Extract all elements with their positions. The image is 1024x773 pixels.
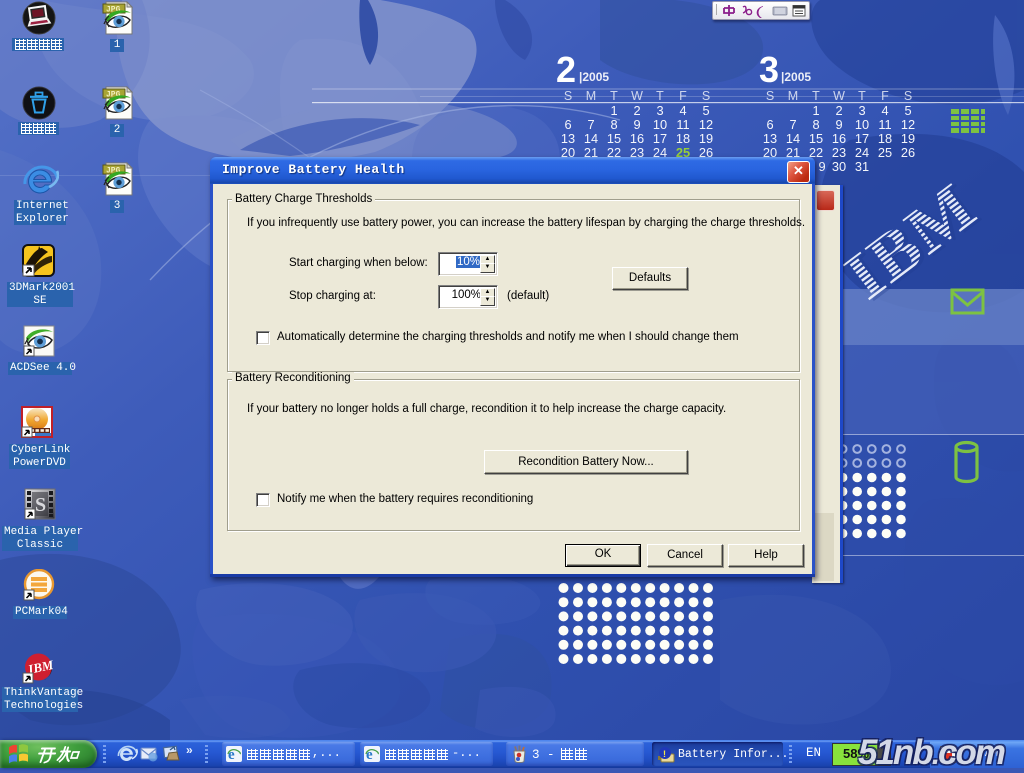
svg-text:10: 10 — [653, 117, 667, 132]
svg-text:23: 23 — [832, 145, 846, 160]
svg-text:6: 6 — [766, 117, 773, 132]
svg-text:3: 3 — [759, 49, 779, 90]
svg-text:4: 4 — [881, 103, 888, 118]
svg-text:W: W — [631, 89, 643, 103]
svg-text:14: 14 — [786, 131, 800, 146]
svg-text:M: M — [586, 89, 596, 103]
svg-text:31: 31 — [855, 159, 869, 174]
svg-text:5: 5 — [702, 103, 709, 118]
svg-text:6: 6 — [564, 117, 571, 132]
svg-text:1: 1 — [812, 103, 819, 118]
svg-text:25: 25 — [878, 145, 892, 160]
svg-text:9: 9 — [633, 117, 640, 132]
svg-text:S: S — [766, 89, 774, 103]
svg-text:17: 17 — [855, 131, 869, 146]
svg-text:14: 14 — [584, 131, 598, 146]
svg-text:2: 2 — [633, 103, 640, 118]
svg-text:19: 19 — [699, 131, 713, 146]
svg-text:5: 5 — [904, 103, 911, 118]
svg-text:16: 16 — [630, 131, 644, 146]
svg-text:26: 26 — [901, 145, 915, 160]
svg-text:10: 10 — [855, 117, 869, 132]
svg-text:3: 3 — [656, 103, 663, 118]
svg-text:|2005: |2005 — [781, 70, 811, 84]
svg-text:1: 1 — [610, 103, 617, 118]
svg-text:16: 16 — [832, 131, 846, 146]
svg-text:13: 13 — [561, 131, 575, 146]
svg-text:F: F — [881, 89, 889, 103]
svg-text:S: S — [702, 89, 710, 103]
svg-text:15: 15 — [607, 131, 621, 146]
svg-text:F: F — [679, 89, 687, 103]
svg-text:18: 18 — [878, 131, 892, 146]
svg-text:T: T — [610, 89, 618, 103]
svg-text:S: S — [35, 494, 46, 516]
svg-text:11: 11 — [878, 117, 891, 132]
svg-text:9: 9 — [818, 159, 825, 174]
svg-text:3: 3 — [858, 103, 865, 118]
svg-text:9: 9 — [835, 117, 842, 132]
svg-text:15: 15 — [809, 131, 823, 146]
svg-text:13: 13 — [763, 131, 777, 146]
svg-text:12: 12 — [699, 117, 713, 132]
svg-text:2: 2 — [556, 49, 576, 90]
svg-text:T: T — [858, 89, 866, 103]
svg-text:|2005: |2005 — [579, 70, 609, 84]
svg-text:30: 30 — [832, 159, 846, 174]
svg-text:17: 17 — [653, 131, 667, 146]
svg-text:S: S — [904, 89, 912, 103]
svg-text:!: ! — [663, 749, 666, 759]
svg-text:M: M — [788, 89, 798, 103]
svg-text:8: 8 — [812, 117, 819, 132]
svg-text:2: 2 — [835, 103, 842, 118]
svg-text:S: S — [564, 89, 572, 103]
svg-text:8: 8 — [610, 117, 617, 132]
svg-text:T: T — [812, 89, 820, 103]
svg-text:11: 11 — [676, 117, 689, 132]
svg-text:7: 7 — [789, 117, 796, 132]
svg-text:7: 7 — [587, 117, 594, 132]
svg-text:4: 4 — [679, 103, 686, 118]
svg-text:18: 18 — [676, 131, 690, 146]
svg-text:T: T — [656, 89, 664, 103]
svg-text:W: W — [833, 89, 845, 103]
svg-text:24: 24 — [855, 145, 869, 160]
svg-text:12: 12 — [901, 117, 915, 132]
svg-text:19: 19 — [901, 131, 915, 146]
